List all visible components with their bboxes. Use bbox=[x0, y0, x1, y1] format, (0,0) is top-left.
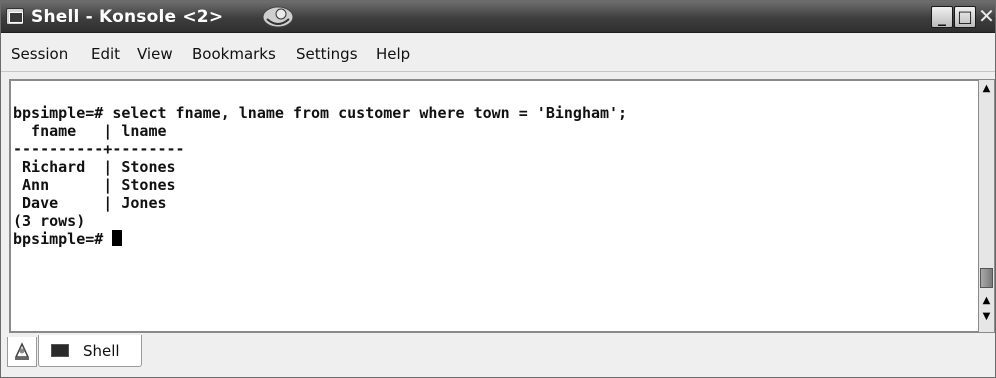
terminal-line: Richard | Stones bbox=[13, 158, 176, 176]
menu-bookmarks[interactable]: Bookmarks bbox=[192, 45, 276, 63]
menu-settings[interactable]: Settings bbox=[296, 45, 358, 63]
terminal-output[interactable]: bpsimple=# select fname, lname from cust… bbox=[9, 79, 978, 333]
menu-bar: Session Edit View Bookmarks Settings Hel… bbox=[1, 34, 995, 72]
activity-monitor-icon bbox=[262, 6, 294, 28]
terminal-line: ----------+-------- bbox=[13, 140, 185, 158]
scroll-down-arrow-icon[interactable]: ▼ bbox=[980, 310, 993, 324]
tab-bar: Shell bbox=[1, 335, 995, 377]
menu-view[interactable]: View bbox=[137, 45, 173, 63]
terminal-icon bbox=[51, 344, 69, 357]
minimize-button[interactable]: _ bbox=[931, 6, 953, 28]
konsole-window: Shell - Konsole <2> _ □ ✕ Session Edit V… bbox=[0, 0, 996, 378]
terminal-line: Dave | Jones bbox=[13, 194, 167, 212]
terminal-app-icon[interactable] bbox=[6, 8, 24, 25]
menu-session[interactable]: Session bbox=[11, 45, 68, 63]
terminal-text: bpsimple=# select fname, lname from cust… bbox=[13, 104, 627, 248]
scroll-up-arrow-icon[interactable]: ▲ bbox=[980, 82, 993, 96]
tab-shell[interactable]: Shell bbox=[38, 335, 142, 367]
menu-edit[interactable]: Edit bbox=[91, 45, 120, 63]
vertical-scrollbar[interactable]: ▲ ▲ ▼ bbox=[978, 79, 995, 333]
new-session-button[interactable] bbox=[7, 337, 37, 367]
terminal-line: bpsimple=# select fname, lname from cust… bbox=[13, 104, 628, 122]
terminal-line: fname | lname bbox=[13, 122, 167, 140]
title-bar[interactable]: Shell - Konsole <2> _ □ ✕ bbox=[1, 1, 995, 33]
terminal-line: Ann | Stones bbox=[13, 176, 176, 194]
window-title: Shell - Konsole <2> bbox=[31, 7, 224, 27]
menu-help[interactable]: Help bbox=[376, 45, 410, 63]
new-session-icon bbox=[14, 342, 30, 360]
text-cursor bbox=[112, 230, 123, 246]
scroll-up-arrow-icon[interactable]: ▲ bbox=[980, 294, 993, 308]
tab-label: Shell bbox=[83, 342, 120, 360]
terminal-prompt-line: bpsimple=# bbox=[13, 230, 627, 248]
maximize-button[interactable]: □ bbox=[954, 6, 976, 28]
terminal-prompt: bpsimple=# bbox=[13, 230, 113, 248]
close-button[interactable]: ✕ bbox=[977, 6, 996, 28]
terminal-line: (3 rows) bbox=[13, 212, 86, 230]
scrollbar-thumb[interactable] bbox=[980, 268, 993, 288]
